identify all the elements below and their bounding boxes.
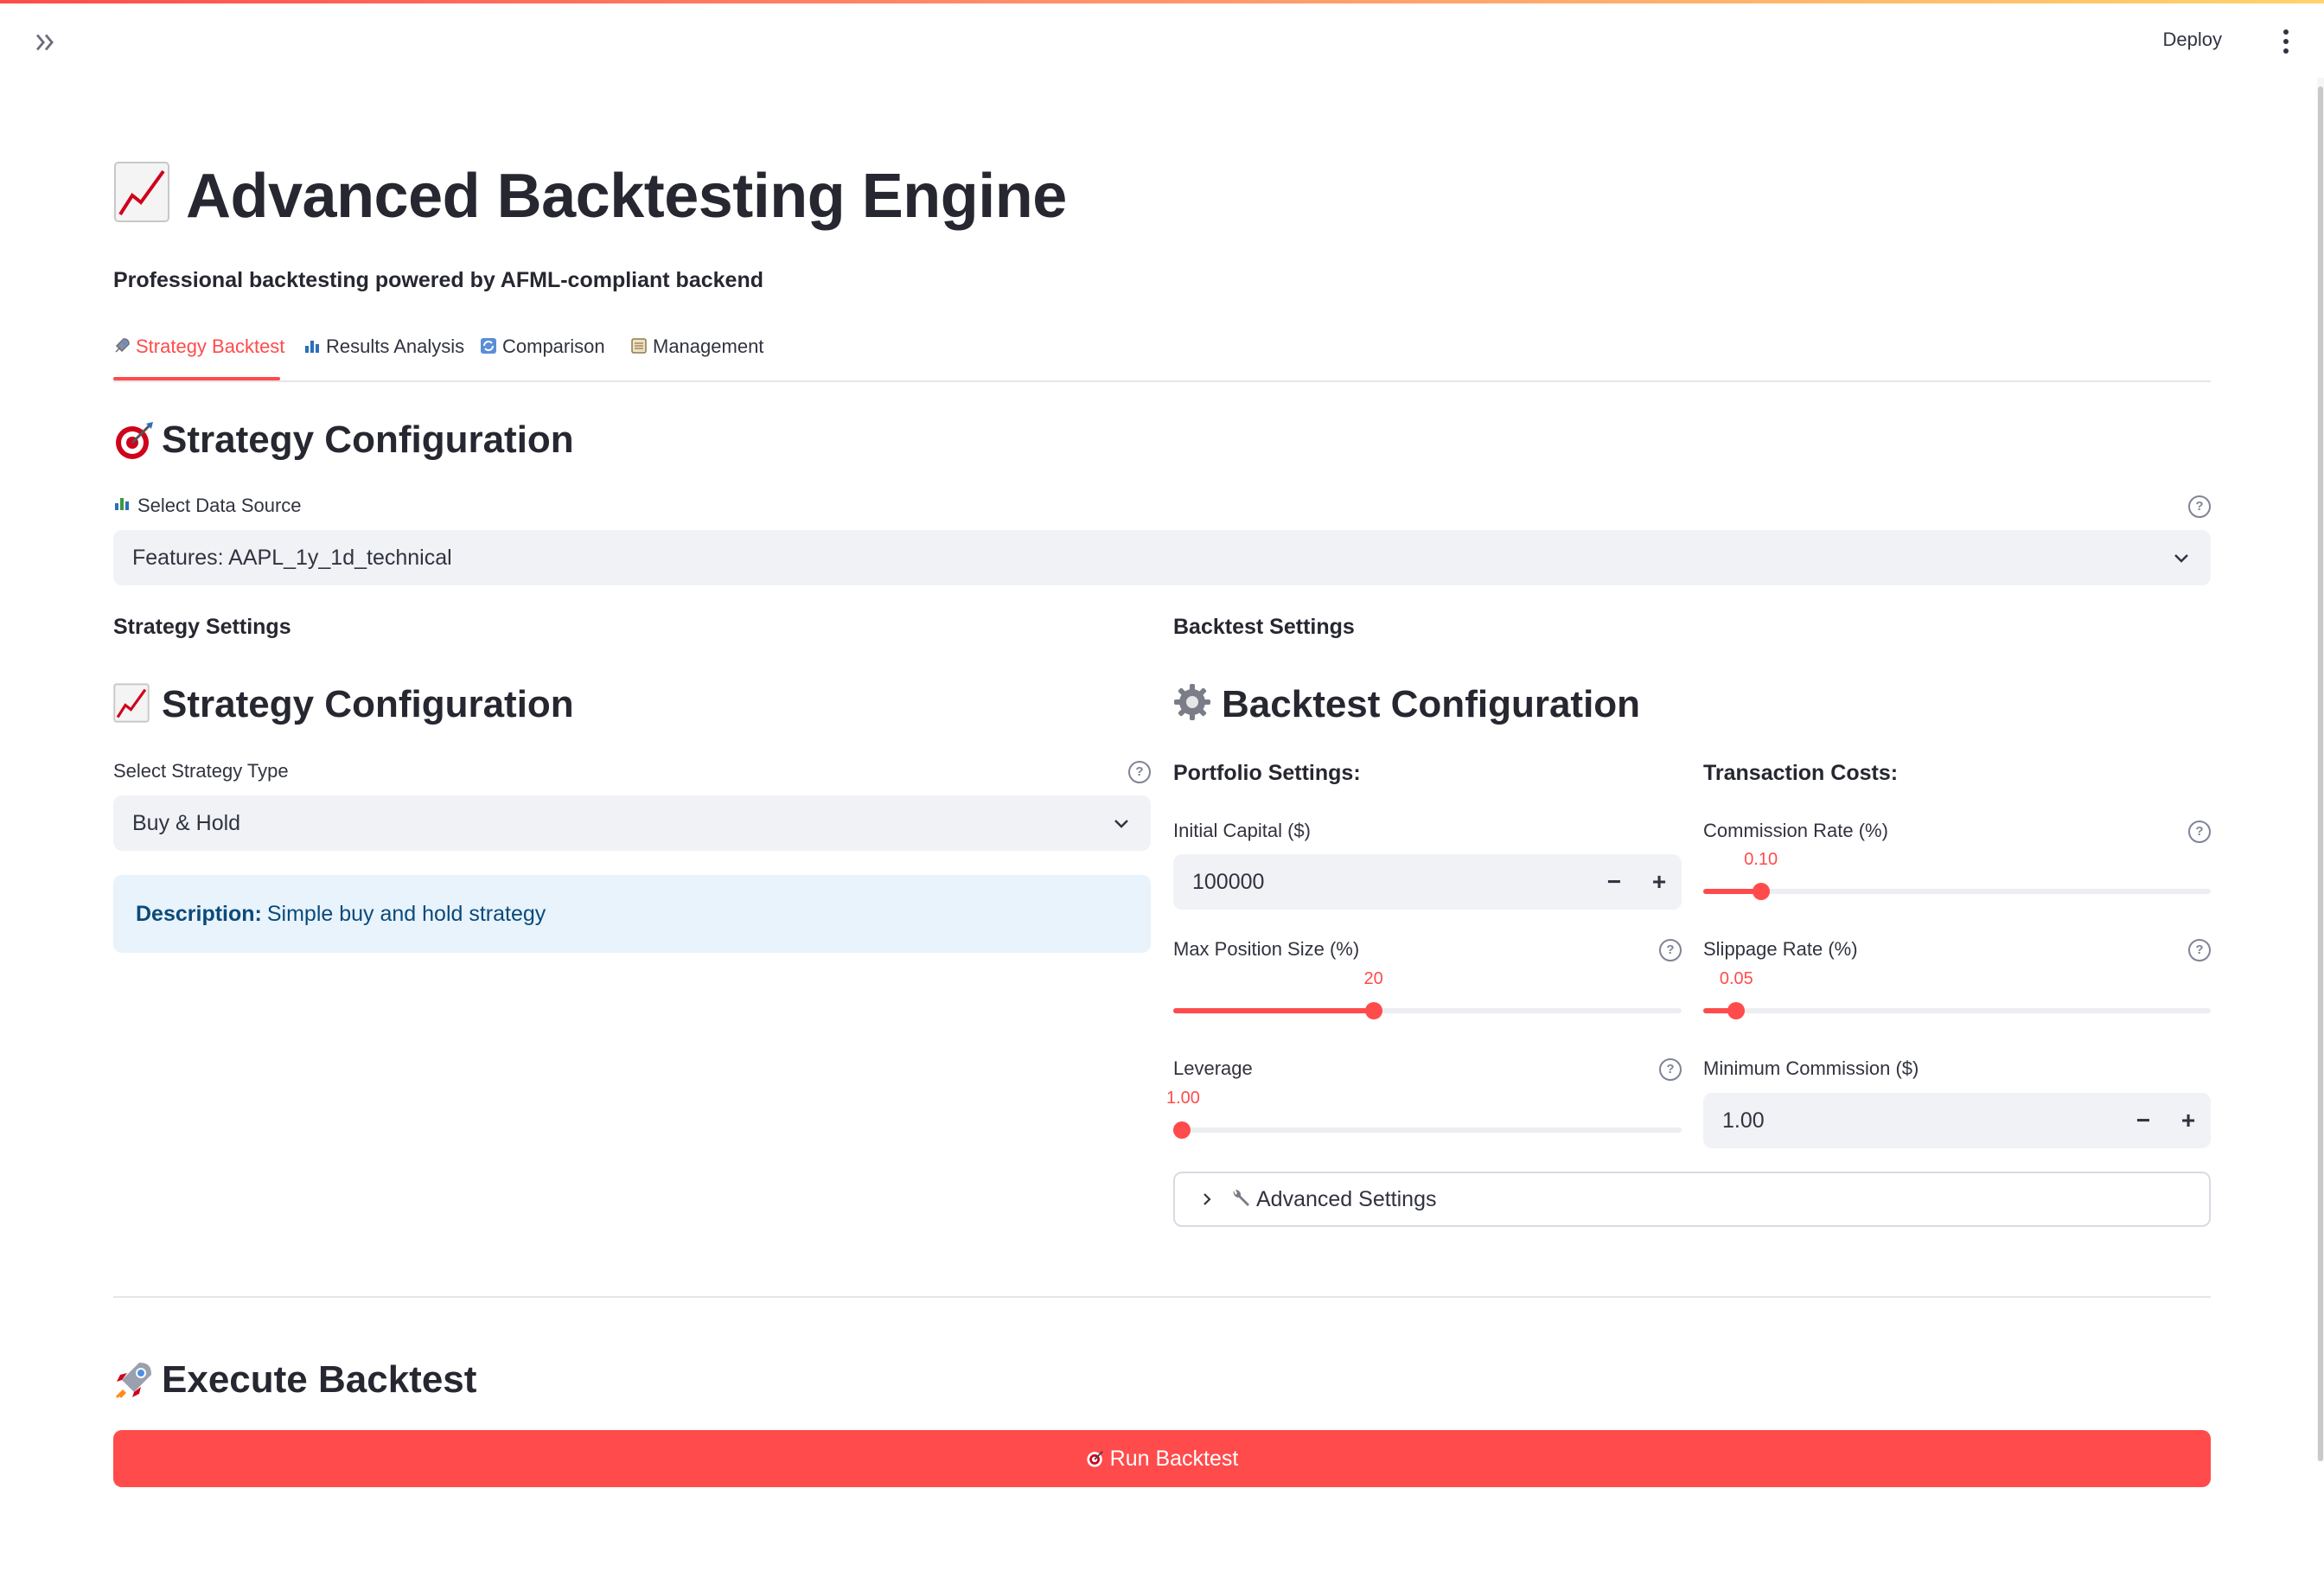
strategy-type-label: Select Strategy Type — [113, 760, 289, 782]
page-title: Advanced Backtesting Engine — [186, 162, 1067, 231]
gear-icon — [1174, 684, 1210, 720]
increment-button[interactable]: + — [1637, 868, 1682, 896]
min-commission-label: Minimum Commission ($) — [1703, 1057, 1919, 1079]
top-decoration-bar — [0, 0, 2324, 3]
tab-bar: Strategy Backtest Results Analysis Compa… — [113, 332, 2211, 382]
slider-value-label: 0.10 — [1744, 850, 1778, 869]
tab-comparison[interactable]: Comparison — [480, 335, 605, 358]
description-prefix: Description: — [136, 901, 262, 926]
commission-rate-slider[interactable]: 0.10 — [1703, 850, 2211, 902]
commission-rate-label: Commission Rate (%) — [1703, 820, 1888, 841]
help-icon[interactable]: ? — [2188, 821, 2211, 843]
execute-backtest-heading: Execute Backtest — [162, 1358, 477, 1401]
slider-thumb[interactable] — [1173, 1121, 1191, 1139]
slippage-rate-slider[interactable]: 0.05 — [1703, 969, 2211, 1021]
ledger-icon — [631, 338, 647, 354]
strategy-configuration-subheading: Strategy Configuration — [162, 683, 574, 725]
deploy-button[interactable]: Deploy — [2163, 29, 2222, 51]
data-source-label: Select Data Source — [137, 495, 302, 516]
min-commission-input[interactable]: 1.00 − + — [1703, 1093, 2211, 1148]
backtest-configuration-heading: Backtest Configuration — [1222, 683, 1641, 725]
slider-fill — [1173, 1008, 1374, 1013]
scrollbar-thumb[interactable] — [2318, 86, 2323, 1461]
bar-chart-icon — [305, 341, 319, 353]
chevron-right-icon — [1204, 1193, 1211, 1205]
chart-increasing-icon — [114, 162, 169, 222]
rocket-icon — [115, 338, 130, 353]
slider-thumb[interactable] — [1727, 1002, 1746, 1019]
kebab-menu-icon[interactable] — [2282, 29, 2289, 54]
tab-strategy-backtest[interactable]: Strategy Backtest — [113, 335, 284, 358]
slider-track[interactable] — [1703, 1008, 2211, 1013]
slider-value-label: 20 — [1363, 969, 1383, 988]
target-icon — [1087, 1451, 1103, 1467]
slider-track[interactable] — [1703, 889, 2211, 894]
portfolio-settings-heading: Portfolio Settings: — [1173, 761, 1361, 785]
increment-button[interactable]: + — [2166, 1107, 2211, 1134]
strategy-type-select[interactable]: Buy & Hold — [113, 795, 1151, 851]
slider-value-label: 0.05 — [1719, 969, 1753, 988]
help-icon[interactable]: ? — [1659, 1058, 1682, 1081]
slider-thumb[interactable] — [1752, 883, 1770, 900]
section-divider — [113, 1296, 2211, 1298]
strategy-settings-label: Strategy Settings — [113, 615, 291, 639]
help-icon[interactable]: ? — [1659, 939, 1682, 961]
slippage-rate-label: Slippage Rate (%) — [1703, 938, 1858, 960]
tab-management[interactable]: Management — [630, 335, 763, 358]
slider-thumb[interactable] — [1364, 1002, 1382, 1019]
max-position-slider[interactable]: 20 — [1173, 969, 1682, 1021]
backtest-settings-label: Backtest Settings — [1173, 615, 1355, 639]
decrement-button[interactable]: − — [2121, 1107, 2166, 1134]
rocket-icon — [115, 1363, 151, 1399]
chevron-down-icon — [1114, 820, 1128, 828]
description-text: Simple buy and hold strategy — [266, 901, 546, 926]
help-icon[interactable]: ? — [1128, 761, 1151, 783]
help-icon[interactable]: ? — [2188, 495, 2211, 518]
data-source-select[interactable]: Features: AAPL_1y_1d_technical — [113, 530, 2211, 585]
chart-increasing-icon — [113, 683, 150, 723]
initial-capital-label: Initial Capital ($) — [1173, 820, 1311, 841]
slider-value-label: 1.00 — [1166, 1089, 1200, 1108]
transaction-costs-heading: Transaction Costs: — [1703, 761, 1899, 785]
min-commission-value[interactable]: 1.00 — [1703, 1108, 2121, 1134]
initial-capital-input[interactable]: 100000 − + — [1173, 854, 1682, 910]
strategy-description-box: Description: Simple buy and hold strateg… — [113, 875, 1151, 953]
max-position-label: Max Position Size (%) — [1173, 938, 1360, 960]
refresh-icon — [481, 338, 496, 354]
double-chevron-right-icon[interactable] — [31, 28, 61, 57]
chevron-down-icon — [2174, 554, 2188, 563]
leverage-slider[interactable]: 1.00 — [1166, 1089, 1682, 1140]
tab-results-analysis[interactable]: Results Analysis — [303, 335, 464, 358]
bar-chart-icon — [115, 498, 129, 510]
leverage-label: Leverage — [1173, 1057, 1253, 1079]
run-backtest-button[interactable]: Run Backtest — [113, 1430, 2211, 1487]
help-icon[interactable]: ? — [2188, 939, 2211, 961]
page-subtitle: Professional backtesting powered by AFML… — [113, 268, 763, 292]
decrement-button[interactable]: − — [1592, 868, 1637, 896]
active-tab-indicator — [113, 377, 280, 380]
wrench-icon — [1233, 1189, 1249, 1206]
strategy-configuration-heading: Strategy Configuration — [162, 418, 574, 461]
target-icon — [116, 422, 153, 459]
advanced-settings-expander[interactable]: Advanced Settings — [1173, 1172, 2211, 1227]
initial-capital-value[interactable]: 100000 — [1173, 870, 1592, 895]
slider-track[interactable] — [1173, 1127, 1682, 1133]
